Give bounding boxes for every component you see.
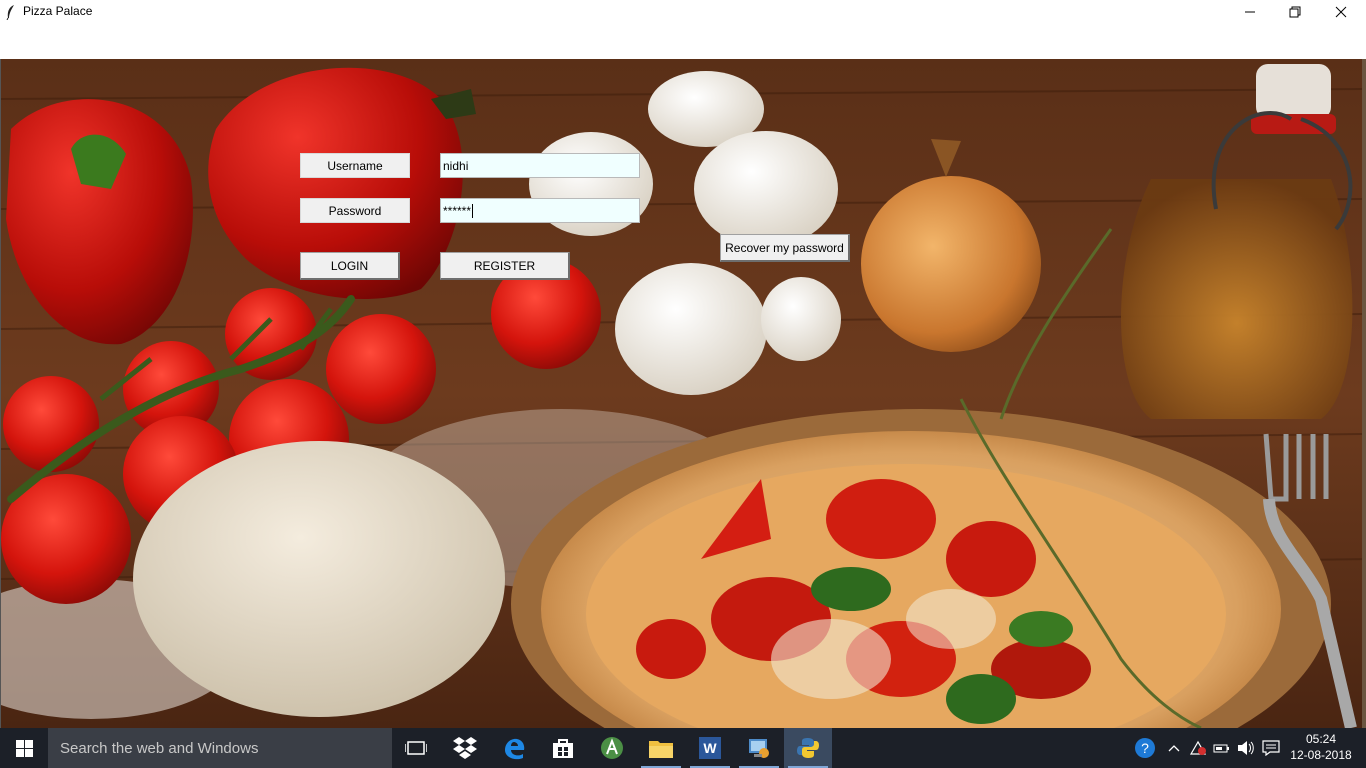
taskbar-store[interactable] bbox=[539, 728, 587, 768]
control-panel-icon bbox=[749, 739, 769, 758]
close-icon bbox=[1335, 6, 1347, 18]
tray-show-hidden[interactable] bbox=[1162, 728, 1186, 768]
taskbar-search-box[interactable]: Search the web and Windows bbox=[48, 728, 392, 768]
tray-help[interactable]: ? bbox=[1130, 728, 1160, 768]
title-bar: Pizza Palace bbox=[0, 0, 1366, 59]
taskbar-edge[interactable] bbox=[490, 728, 538, 768]
search-placeholder: Search the web and Windows bbox=[60, 739, 259, 757]
power-icon bbox=[1213, 744, 1229, 753]
username-label: Username bbox=[300, 153, 410, 178]
recover-password-button[interactable]: Recover my password bbox=[720, 234, 850, 262]
register-button[interactable]: REGISTER bbox=[440, 252, 570, 280]
taskbar-clock[interactable]: 05:24 12-08-2018 bbox=[1290, 731, 1352, 763]
windows-taskbar: Search the web and Windows W ? 05:24 12-… bbox=[0, 728, 1366, 768]
taskbar-dropbox[interactable] bbox=[441, 728, 489, 768]
android-studio-icon bbox=[601, 737, 623, 759]
svg-text:W: W bbox=[703, 740, 717, 756]
username-input[interactable]: nidhi bbox=[440, 153, 640, 178]
clock-date: 12-08-2018 bbox=[1290, 748, 1352, 762]
word-icon: W bbox=[699, 737, 721, 759]
tray-battery[interactable] bbox=[1210, 728, 1234, 768]
password-label: Password bbox=[300, 198, 410, 223]
restore-button[interactable] bbox=[1272, 0, 1318, 24]
minimize-icon bbox=[1245, 11, 1255, 13]
taskbar-python[interactable] bbox=[784, 728, 832, 768]
tk-feather-icon bbox=[5, 4, 17, 21]
pizza-background-image: Username nidhi Password ****** LOGIN REG… bbox=[0, 59, 1366, 728]
taskbar-android-studio[interactable] bbox=[588, 728, 636, 768]
taskbar-control-panel[interactable] bbox=[735, 728, 783, 768]
clock-time: 05:24 bbox=[1305, 732, 1337, 746]
taskbar-word[interactable]: W bbox=[686, 728, 734, 768]
username-value: nidhi bbox=[443, 158, 469, 173]
login-button[interactable]: LOGIN bbox=[300, 252, 400, 280]
tray-volume[interactable] bbox=[1234, 728, 1258, 768]
tray-antivirus[interactable] bbox=[1186, 728, 1210, 768]
edge-browser-icon bbox=[505, 738, 525, 760]
taskbar-file-explorer[interactable] bbox=[637, 728, 685, 768]
python-icon bbox=[797, 738, 819, 758]
close-button[interactable] bbox=[1318, 0, 1364, 24]
folder-icon bbox=[649, 741, 673, 758]
windows-logo-icon bbox=[15, 739, 33, 757]
window-title: Pizza Palace bbox=[23, 4, 93, 18]
chevron-up-icon bbox=[1168, 745, 1180, 752]
task-view-button[interactable] bbox=[392, 728, 440, 768]
minimize-button[interactable] bbox=[1227, 0, 1273, 24]
store-icon bbox=[553, 739, 573, 758]
shield-warning-icon bbox=[1189, 740, 1207, 755]
dropbox-icon bbox=[453, 737, 477, 759]
restore-icon bbox=[1289, 6, 1301, 18]
tray-action-center[interactable] bbox=[1258, 728, 1284, 768]
speaker-icon bbox=[1238, 741, 1254, 755]
help-icon: ? bbox=[1135, 738, 1155, 758]
text-caret bbox=[472, 203, 474, 218]
password-input[interactable]: ****** bbox=[440, 198, 640, 223]
notifications-icon bbox=[1262, 740, 1280, 756]
task-view-icon bbox=[405, 741, 427, 755]
start-button[interactable] bbox=[0, 728, 48, 768]
svg-text:?: ? bbox=[1141, 740, 1149, 756]
password-value: ****** bbox=[443, 203, 472, 218]
